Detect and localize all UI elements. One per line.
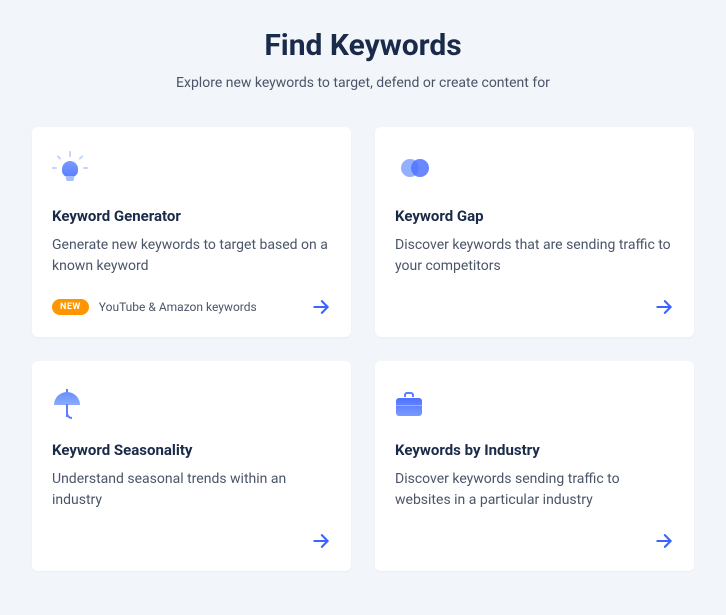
card-title: Keyword Generator <box>52 207 331 225</box>
badge-text: YouTube & Amazon keywords <box>99 300 311 314</box>
card-keyword-seasonality[interactable]: Keyword Seasonality Understand seasonal … <box>32 361 351 571</box>
page-subtitle: Explore new keywords to target, defend o… <box>32 75 694 91</box>
card-description: Generate new keywords to target based on… <box>52 235 331 279</box>
page-header: Find Keywords Explore new keywords to ta… <box>32 28 694 91</box>
arrow-right-icon <box>311 531 331 551</box>
card-description: Discover keywords sending traffic to web… <box>395 469 674 513</box>
arrow-right-icon <box>311 297 331 317</box>
card-keywords-by-industry[interactable]: Keywords by Industry Discover keywords s… <box>375 361 694 571</box>
card-keyword-generator[interactable]: Keyword Generator Generate new keywords … <box>32 127 351 337</box>
venn-icon <box>395 149 674 189</box>
card-keyword-gap[interactable]: Keyword Gap Discover keywords that are s… <box>375 127 694 337</box>
new-badge: NEW <box>52 299 89 315</box>
card-title: Keyword Seasonality <box>52 441 331 459</box>
arrow-right-icon <box>654 297 674 317</box>
arrow-right-icon <box>654 531 674 551</box>
page-title: Find Keywords <box>32 28 694 63</box>
umbrella-icon <box>52 383 331 423</box>
card-title: Keywords by Industry <box>395 441 674 459</box>
card-description: Discover keywords that are sending traff… <box>395 235 674 279</box>
briefcase-icon <box>395 383 674 423</box>
cards-grid: Keyword Generator Generate new keywords … <box>32 127 694 571</box>
lightbulb-icon <box>52 149 331 189</box>
card-badge-area: NEW YouTube & Amazon keywords <box>52 299 311 315</box>
card-description: Understand seasonal trends within an ind… <box>52 469 331 513</box>
card-title: Keyword Gap <box>395 207 674 225</box>
